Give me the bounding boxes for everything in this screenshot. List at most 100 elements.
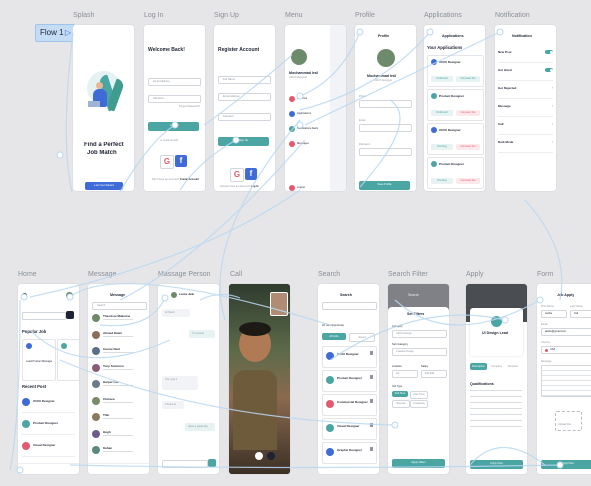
- message-contact-item[interactable]: Harper Lee: [92, 378, 145, 392]
- chat-bubble-5: Have a great day: [185, 423, 215, 431]
- menu-logout[interactable]: Logout: [297, 186, 305, 189]
- filter-label-location: Location: [392, 365, 402, 368]
- notification-row[interactable]: Get Rejected ›: [498, 83, 553, 99]
- chat-contact-avatar: [171, 292, 177, 298]
- search-result-card[interactable]: Commercial Designer: [322, 394, 377, 416]
- notification-row[interactable]: New Post: [498, 47, 553, 63]
- search-result-card[interactable]: Visual Designer: [322, 418, 377, 440]
- call-self-preview[interactable]: [270, 292, 288, 316]
- screen-form: Job Apply First Name Last Name Jackie Ir…: [537, 284, 591, 474]
- home-recent-item[interactable]: Visual Designer: [22, 438, 75, 457]
- signup-login-link[interactable]: Log In: [251, 185, 259, 188]
- message-contact-item[interactable]: Hugh: [92, 428, 145, 442]
- home-recent-item[interactable]: UI/UX Designer: [22, 394, 75, 413]
- login-forgot-link[interactable]: Forgot Password?: [179, 105, 200, 108]
- menu-item-applications[interactable]: Applications: [297, 112, 311, 115]
- profile-phone-field[interactable]: [359, 100, 412, 108]
- notification-toggle[interactable]: [545, 50, 553, 54]
- form-lastname-field[interactable]: Irsil: [570, 310, 591, 318]
- signup-email-field[interactable]: Email Address: [218, 93, 271, 101]
- message-contact-item[interactable]: Cassie Dent: [92, 345, 145, 359]
- menu-item-messages[interactable]: Messages: [297, 142, 309, 145]
- search-result-card[interactable]: Product Designer: [322, 370, 377, 392]
- application-card[interactable]: UI/UX Designer Delivered Interview Set: [427, 55, 484, 87]
- screen-home: Popular Job Lead Product Manager Recent …: [18, 284, 79, 474]
- signup-button[interactable]: Sign Up: [218, 137, 269, 146]
- filter-jobtype-freelance[interactable]: Freelance: [410, 400, 428, 408]
- form-apply-button-label: Apply Now: [561, 462, 574, 465]
- signup-google-icon[interactable]: G: [230, 168, 244, 182]
- bookmark-icon[interactable]: [370, 351, 373, 355]
- message-contact-item[interactable]: Tony Solomon: [92, 362, 145, 376]
- profile-save-button[interactable]: Save Profile: [359, 181, 410, 190]
- login-button[interactable]: Log In: [148, 122, 199, 131]
- login-divider-text: or continue with: [160, 139, 179, 142]
- home-recent-item[interactable]: Product Designer: [22, 416, 75, 435]
- login-signup-link[interactable]: Create Account: [180, 178, 199, 181]
- notification-row[interactable]: Dark Mode ›: [498, 137, 553, 153]
- form-upload-box[interactable]: Upload File: [555, 411, 582, 431]
- notification-row[interactable]: Message ›: [498, 101, 553, 117]
- login-password-field[interactable]: Password: [148, 95, 201, 103]
- application-card[interactable]: UI/UX Designer Pending Interview Set: [427, 123, 484, 155]
- call-end-icon[interactable]: [267, 452, 275, 460]
- form-apply-button[interactable]: Apply Now: [541, 460, 591, 469]
- filter-jobtype-remote[interactable]: Remote: [392, 400, 410, 408]
- screen-splash: Find a Perfect Job Match Let's Get Start…: [73, 25, 134, 191]
- message-contact-item[interactable]: Kahan: [92, 444, 145, 458]
- chat-message-input[interactable]: [162, 460, 208, 468]
- notification-row[interactable]: Got Hired: [498, 65, 553, 81]
- signup-name-field[interactable]: Full Name: [218, 76, 271, 84]
- filter-jobtype-parttime[interactable]: Part Time: [410, 391, 428, 399]
- apply-tab-description[interactable]: Description: [470, 363, 487, 370]
- form-country-select[interactable]: USA: [541, 346, 591, 354]
- splash-start-button[interactable]: Let's Get Started: [85, 182, 123, 190]
- apply-now-button[interactable]: Apply Now: [470, 460, 523, 469]
- apply-tab-company[interactable]: Company: [491, 365, 502, 368]
- message-contact-item[interactable]: Ahmed Dawn: [92, 329, 145, 343]
- filter-salary-select[interactable]: $1k-$3k: [421, 370, 447, 378]
- notification-toggle[interactable]: [545, 68, 553, 72]
- filter-subcategory-select[interactable]: Creative Design: [392, 348, 447, 356]
- title-applications: Applications: [424, 12, 462, 19]
- profile-avatar[interactable]: [377, 49, 395, 67]
- filter-apply-button[interactable]: Apply Filters: [392, 459, 445, 468]
- application-logo: [431, 161, 437, 167]
- message-contact-item[interactable]: Chelsea: [92, 395, 145, 409]
- menu-item-notifications[interactable]: Notifications Alerts: [297, 127, 318, 130]
- filter-location-select[interactable]: All: [392, 370, 418, 378]
- signup-name-placeholder: Full Name: [223, 78, 235, 81]
- filter-category-select[interactable]: UI/UX Design: [392, 330, 447, 338]
- login-email-field[interactable]: Email Address: [148, 78, 201, 86]
- form-email-field[interactable]: jackie@gmail.com: [541, 328, 591, 336]
- message-contact-item[interactable]: Theodore Makerzie: [92, 312, 145, 326]
- profile-password-field[interactable]: [359, 148, 412, 156]
- form-firstname-field[interactable]: Jackie: [541, 310, 567, 318]
- bookmark-icon[interactable]: [370, 399, 373, 403]
- apply-tab-reviews[interactable]: Reviews: [508, 365, 518, 368]
- profile-email-field[interactable]: [359, 124, 412, 132]
- application-job-title: Product Designer: [439, 94, 465, 98]
- notification-list: New Post Got Hired Get Rejected › Message › Ca…: [495, 25, 556, 191]
- application-card[interactable]: Product Designer Pending Interview Set: [427, 157, 484, 189]
- login-facebook-icon[interactable]: f: [175, 155, 187, 167]
- bookmark-icon[interactable]: [370, 375, 373, 379]
- flow-label[interactable]: Flow 1 ▷: [35, 24, 75, 42]
- message-contact-avatar: [92, 446, 100, 454]
- form-message-textarea[interactable]: [541, 365, 591, 397]
- application-card[interactable]: Product Designer Delivered Interview Set: [427, 89, 484, 121]
- bookmark-icon[interactable]: [370, 447, 373, 451]
- search-result-card[interactable]: UI/UX Designer: [322, 346, 377, 368]
- signup-password-field[interactable]: Password: [218, 113, 271, 121]
- signup-facebook-icon[interactable]: f: [245, 168, 257, 180]
- menu-item-job-post[interactable]: Job Post: [297, 97, 307, 100]
- chat-send-icon[interactable]: [208, 459, 216, 467]
- message-preview-line: [103, 385, 133, 386]
- bookmark-icon[interactable]: [370, 423, 373, 427]
- notification-row[interactable]: Call ›: [498, 119, 553, 135]
- call-mute-icon[interactable]: [255, 452, 263, 460]
- filter-jobtype-fulltime[interactable]: Full Time: [392, 391, 408, 397]
- message-contact-item[interactable]: Tifer: [92, 411, 145, 425]
- search-result-card[interactable]: Graphic Designer: [322, 442, 377, 464]
- login-google-icon[interactable]: G: [160, 155, 174, 169]
